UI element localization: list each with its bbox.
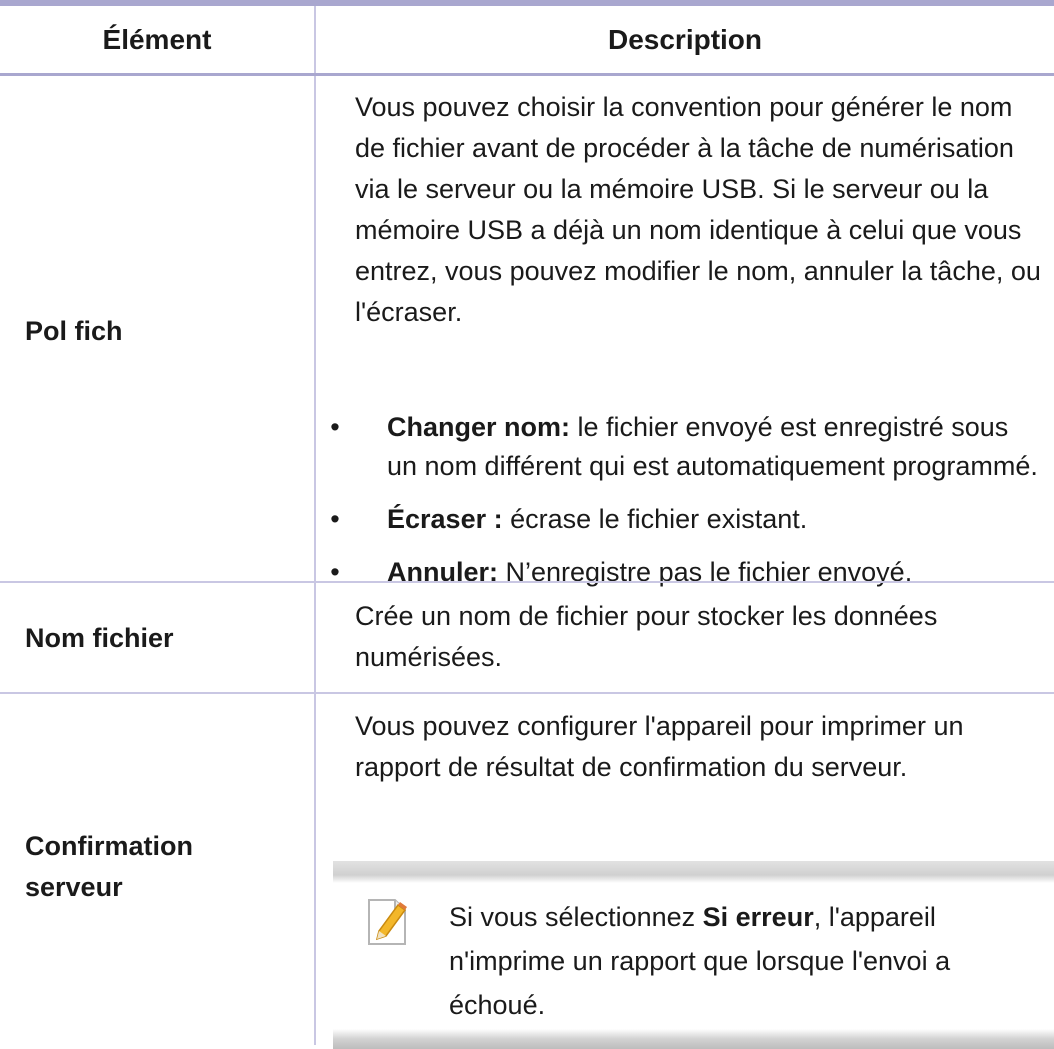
row-description-nom-fichier: Crée un nom de fichier pour stocker les …: [355, 601, 938, 672]
row-description-pol-fich: Vous pouvez choisir la convention pour g…: [355, 92, 1041, 327]
column-header-element: Élément: [102, 23, 212, 55]
note-box: Si vous sélectionnez Si erreur, l'appare…: [333, 861, 1054, 1049]
list-item: • Changer nom: le fichier envoyé est enre…: [330, 412, 1038, 481]
list-item: • Annuler: N’enregistre pas le fichier en…: [330, 557, 913, 587]
note-text: Si vous sélectionnez Si erreur, l'appare…: [449, 902, 951, 1020]
row-label-nom-fichier: Nom fichier: [25, 623, 174, 653]
row-label-confirmation-serveur: Confirmation serveur: [25, 831, 193, 902]
row-rule: [0, 581, 1054, 583]
list-item: • Écraser : écrase le fichier existant.: [330, 504, 808, 534]
header-divider: [314, 6, 316, 73]
column-divider: [314, 76, 316, 1045]
column-header-description: Description: [607, 23, 763, 55]
row-description-confirmation-serveur: Vous pouvez configurer l'appareil pour i…: [355, 711, 964, 782]
header-rule: [0, 73, 1054, 76]
row-label-pol-fich: Pol fich: [25, 316, 123, 346]
row-rule: [0, 692, 1054, 694]
option-list: • Changer nom: le fichier envoyé est enre…: [325, 408, 1045, 606]
note-pencil-icon: [368, 899, 407, 945]
